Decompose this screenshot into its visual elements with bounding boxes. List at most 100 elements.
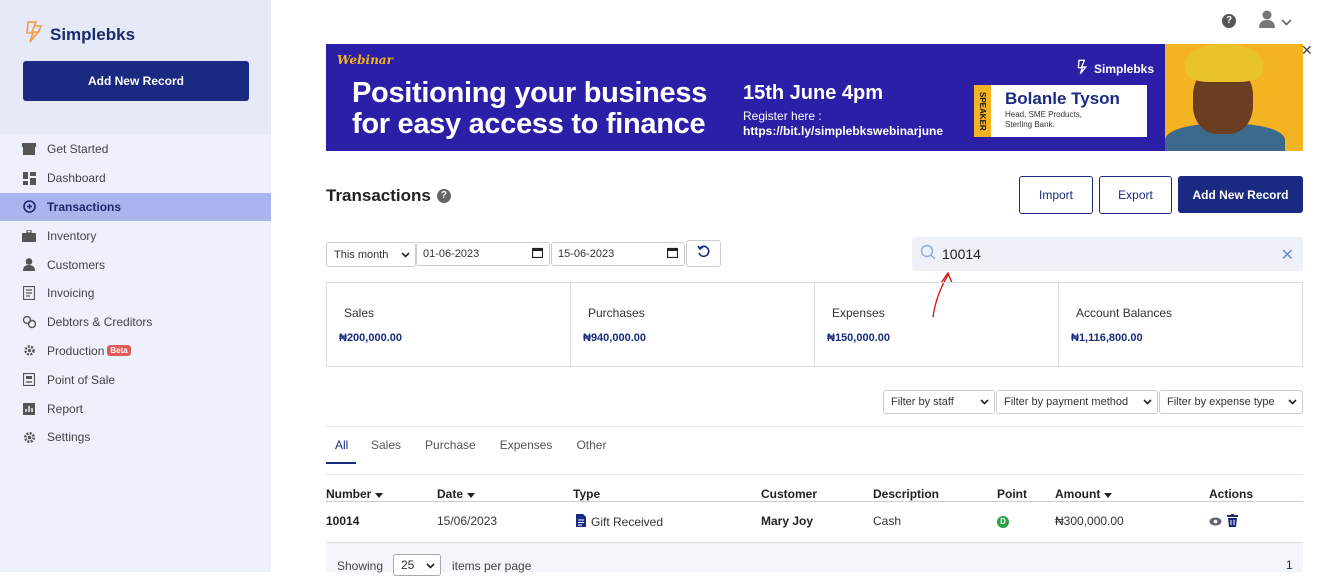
sidebar-item-label: Inventory (47, 228, 97, 243)
user-menu[interactable] (1259, 10, 1292, 33)
filter-staff-select[interactable]: Filter by staff (883, 390, 995, 414)
simplebks-logo-icon (24, 20, 44, 49)
page-title-text: Transactions (326, 186, 431, 205)
speaker-name: Bolanle Tyson (1005, 89, 1120, 108)
app-name: Simplebks (50, 24, 136, 44)
filter-expense-type-select[interactable]: Filter by expense type (1159, 390, 1303, 414)
webinar-banner[interactable]: Webinar Positioning your business for ea… (326, 44, 1303, 151)
sidebar-item-dashboard[interactable]: Dashboard (0, 164, 271, 193)
items-per-page-select[interactable]: 25 (393, 554, 441, 576)
point-badge: D (997, 516, 1009, 528)
filter-payment-method-value: Filter by payment method (1004, 396, 1129, 408)
beta-badge: Beta (107, 345, 131, 357)
calendar-icon[interactable] (666, 247, 679, 261)
chevron-down-icon (1288, 396, 1297, 408)
import-button[interactable]: Import (1019, 176, 1093, 214)
cell-amount: ₦300,000.00 (1055, 514, 1124, 528)
view-icon[interactable] (1209, 515, 1222, 529)
summary-value: ₦200,000.00 (339, 332, 402, 344)
sidebar-item-transactions[interactable]: Transactions (0, 192, 271, 222)
sidebar-item-point-of-sale[interactable]: Point of Sale (0, 365, 271, 394)
column-header-type: Type (573, 487, 601, 501)
column-header-label: Number (326, 487, 372, 501)
column-header-point: Point (997, 487, 1027, 501)
summary-card-account-balances[interactable]: Account Balances ₦1,116,800.00 (1059, 283, 1302, 366)
sidebar-item-get-started[interactable]: Get Started (0, 135, 271, 164)
clear-search-icon[interactable]: ✕ (1281, 245, 1294, 265)
search-input[interactable]: 10014 ✕ (912, 237, 1303, 271)
sidebar-item-settings[interactable]: Settings (0, 423, 271, 452)
tab-all[interactable]: All (326, 438, 356, 464)
banner-headline-line1: Positioning your business (352, 77, 708, 109)
sidebar-add-record-button[interactable]: Add New Record (23, 61, 249, 101)
summary-label: Account Balances (1076, 306, 1173, 320)
period-select-value: This month (334, 248, 389, 261)
reset-dates-button[interactable] (686, 240, 721, 267)
help-icon[interactable]: ? (1222, 14, 1236, 28)
summary-card-purchases[interactable]: Purchases ₦940,000.00 (571, 283, 815, 366)
chevron-down-icon (1281, 13, 1292, 31)
summary-label: Sales (344, 306, 375, 320)
sidebar-item-invoicing[interactable]: Invoicing (0, 279, 271, 308)
sidebar-item-report[interactable]: Report (0, 394, 271, 423)
tab-purchase[interactable]: Purchase (410, 438, 485, 464)
sort-down-icon (1104, 487, 1113, 501)
summary-card-expenses[interactable]: Expenses ₦150,000.00 (815, 283, 1059, 366)
cell-type: Gift Received (576, 514, 663, 530)
sidebar-item-customers[interactable]: Customers (0, 250, 271, 279)
speaker-tag: SPEAKER (974, 85, 991, 137)
document-icon (576, 514, 586, 530)
sidebar-item-label: Invoicing (47, 286, 95, 301)
column-header-amount[interactable]: Amount (1055, 487, 1113, 501)
column-header-description: Description (873, 487, 940, 501)
date-from-input[interactable]: 01-06-2023 (416, 242, 550, 266)
people-icon (22, 315, 36, 329)
banner-tag: Webinar (337, 53, 393, 67)
sidebar-item-inventory[interactable]: Inventory (0, 221, 271, 250)
tab-sales[interactable]: Sales (356, 438, 410, 464)
pagination-footer: Showing 25 items per page 1 (326, 543, 1303, 576)
user-icon (22, 258, 36, 272)
chevron-down-icon (1143, 396, 1152, 408)
app-logo[interactable]: Simplebks (24, 20, 135, 49)
banner-register-label: Register here : (743, 109, 822, 123)
sidebar-item-debtors-creditors[interactable]: Debtors & Creditors (0, 308, 271, 337)
help-icon[interactable]: ? (436, 189, 451, 203)
cell-type-label: Gift Received (591, 515, 664, 529)
sidebar-item-production[interactable]: Production Beta (0, 337, 271, 366)
current-page[interactable]: 1 (1286, 558, 1293, 572)
banner-headline-line2: for easy access to finance (352, 108, 706, 140)
refresh-icon (697, 245, 710, 263)
sidebar-item-label: Transactions (47, 199, 122, 214)
user-avatar-icon (1259, 10, 1275, 33)
dashboard-icon (22, 171, 36, 185)
cell-date: 15/06/2023 (437, 514, 498, 528)
briefcase-icon (22, 229, 36, 243)
tab-other[interactable]: Other (561, 438, 615, 464)
speaker-photo (1165, 44, 1303, 151)
add-new-record-button[interactable]: Add New Record (1178, 176, 1303, 213)
sidebar-item-label: Get Started (47, 142, 109, 157)
chevron-down-icon (980, 396, 989, 408)
summary-card-sales[interactable]: Sales ₦200,000.00 (327, 283, 571, 366)
speaker-role-line1: Head, SME Products, (1005, 110, 1082, 119)
delete-icon[interactable] (1227, 514, 1238, 530)
summary-value: ₦1,116,800.00 (1071, 332, 1143, 344)
tab-expenses[interactable]: Expenses (485, 438, 562, 464)
export-button[interactable]: Export (1099, 176, 1172, 214)
filter-expense-type-value: Filter by expense type (1167, 396, 1275, 408)
chevron-down-icon (426, 558, 435, 572)
column-header-date[interactable]: Date (437, 487, 476, 501)
settings-icon (22, 430, 36, 444)
calendar-icon[interactable] (531, 247, 544, 261)
summary-value: ₦150,000.00 (827, 332, 890, 344)
column-header-number[interactable]: Number (326, 487, 384, 501)
sidebar: Simplebks Add New Record Get Started Das… (0, 0, 271, 572)
date-to-input[interactable]: 15-06-2023 (551, 242, 685, 266)
column-header-label: Date (437, 487, 464, 501)
search-icon (920, 244, 936, 265)
banner-brand: Simplebks (1076, 59, 1154, 78)
filter-payment-method-select[interactable]: Filter by payment method (996, 390, 1158, 414)
period-select[interactable]: This month (326, 242, 416, 267)
speaker-role-line2: Sterling Bank. (1005, 120, 1055, 129)
